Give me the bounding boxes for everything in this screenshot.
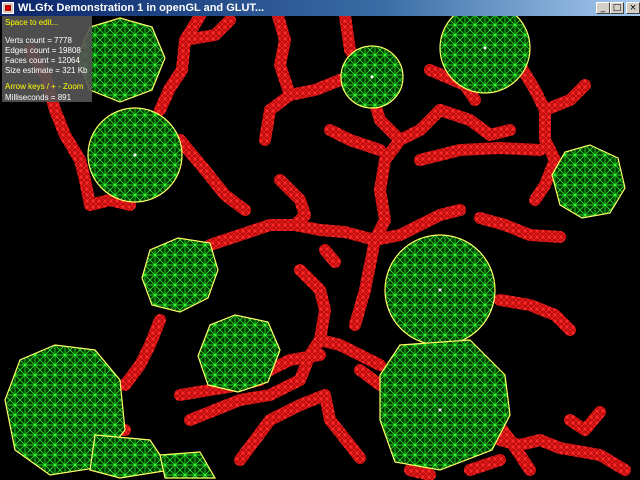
faces-count: Faces count = 12064 [5,56,80,65]
stats-overlay: Space to edit... Verts count = 7778 Edge… [2,16,92,102]
edit-hint: Space to edit... [5,18,59,27]
size-estimate: Size estimate = 321 Kb [5,66,88,75]
opengl-viewport[interactable] [0,16,640,480]
zoom-hint: Arrow keys / + - Zoom [5,82,84,91]
edges-count: Edges count = 19808 [5,46,81,55]
timing-readout: Milliseconds = 891 [5,93,72,102]
maximize-button[interactable]: □ [610,2,624,14]
title-bar[interactable]: WLGfx Demonstration 1 in openGL and GLUT… [0,0,640,16]
window-title: WLGfx Demonstration 1 in openGL and GLUT… [18,2,265,14]
verts-count: Verts count = 7778 [5,36,72,45]
minimize-button[interactable]: _ [596,2,610,14]
app-window: WLGfx Demonstration 1 in openGL and GLUT… [0,0,640,480]
close-button[interactable]: × [626,2,640,14]
app-window-icon[interactable] [2,2,14,14]
